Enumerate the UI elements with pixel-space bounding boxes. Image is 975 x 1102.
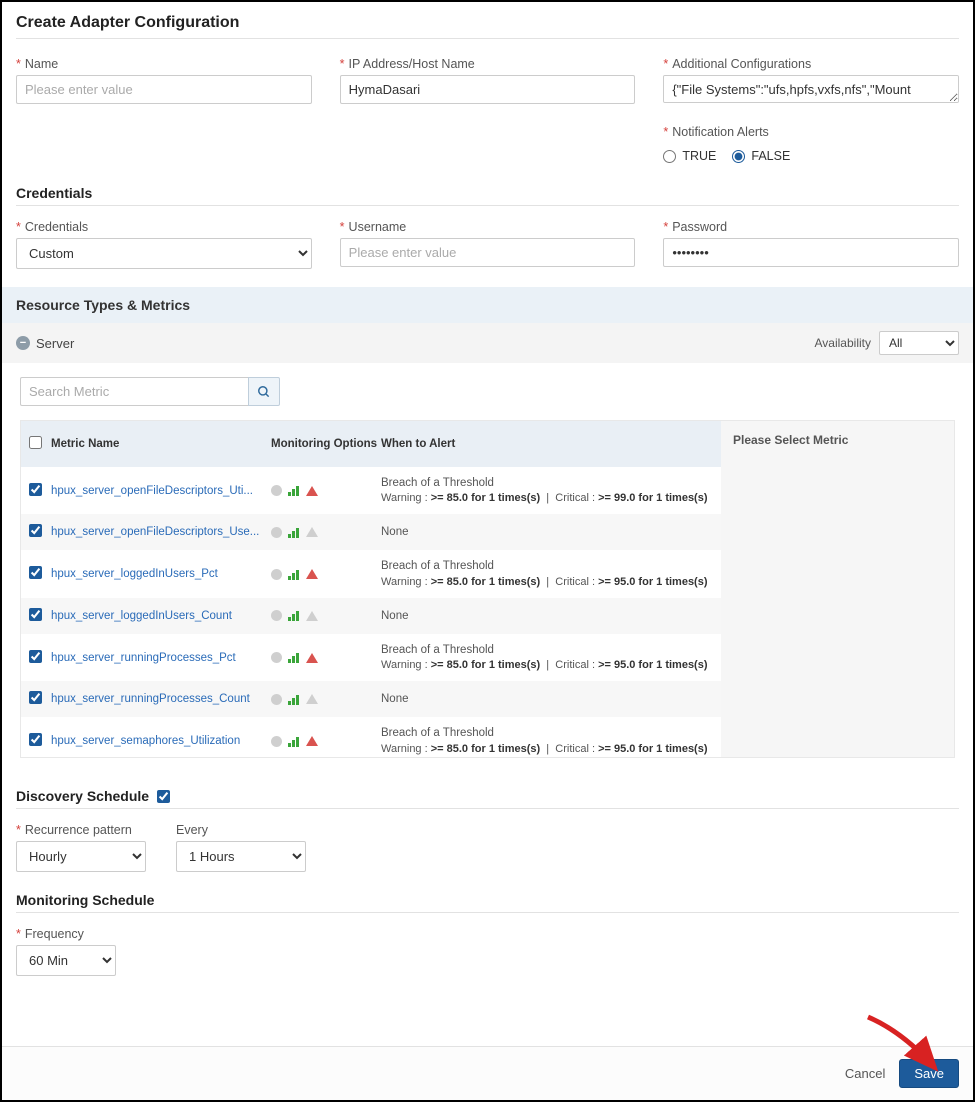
page-title: Create Adapter Configuration [16, 14, 959, 39]
alert-text: None [381, 691, 721, 707]
resource-panel-header: Resource Types & Metrics [2, 287, 973, 323]
recurrence-select[interactable]: Hourly [16, 841, 146, 872]
name-label: *Name [16, 57, 312, 71]
metric-name-link[interactable]: hpux_server_runningProcesses_Pct [51, 652, 271, 664]
graph-icon[interactable] [288, 527, 300, 538]
metric-name-link[interactable]: hpux_server_loggedInUsers_Count [51, 610, 271, 622]
row-checkbox[interactable] [29, 733, 42, 746]
alert-text: None [381, 524, 721, 540]
availability-label: Availability [815, 336, 871, 350]
table-row: hpux_server_loggedInUsers_Count None [21, 598, 721, 634]
status-icon[interactable] [271, 485, 282, 496]
row-checkbox[interactable] [29, 483, 42, 496]
every-label: Every [176, 823, 306, 837]
select-all-checkbox[interactable] [29, 436, 42, 449]
status-icon[interactable] [271, 569, 282, 580]
ip-input[interactable] [340, 75, 636, 104]
status-icon[interactable] [271, 736, 282, 747]
graph-icon[interactable] [288, 485, 300, 496]
search-icon [257, 385, 271, 399]
row-checkbox[interactable] [29, 691, 42, 704]
table-row: hpux_server_semaphores_Utilization Breach… [21, 717, 721, 757]
cred-label: *Credentials [16, 220, 312, 234]
table-row: hpux_server_loggedInUsers_Pct Breach of a… [21, 550, 721, 597]
pass-input[interactable] [663, 238, 959, 267]
status-icon[interactable] [271, 694, 282, 705]
status-icon[interactable] [271, 610, 282, 621]
row-checkbox[interactable] [29, 524, 42, 537]
alert-text: Breach of a ThresholdWarning : >= 85.0 f… [381, 558, 721, 589]
name-input[interactable] [16, 75, 312, 104]
metric-name-link[interactable]: hpux_server_runningProcesses_Count [51, 693, 271, 705]
credentials-section: Credentials [16, 185, 959, 206]
row-checkbox[interactable] [29, 608, 42, 621]
table-row: hpux_server_openFileDescriptors_Use... No… [21, 514, 721, 550]
cancel-button[interactable]: Cancel [845, 1066, 885, 1081]
table-row: hpux_server_runningProcesses_Count None [21, 681, 721, 717]
graph-icon[interactable] [288, 694, 300, 705]
frequency-select[interactable]: 60 Min [16, 945, 116, 976]
alert-icon[interactable] [306, 527, 318, 537]
status-icon[interactable] [271, 652, 282, 663]
every-select[interactable]: 1 Hours [176, 841, 306, 872]
alert-icon[interactable] [306, 653, 318, 663]
notif-true-radio[interactable] [663, 150, 676, 163]
search-metric-input[interactable] [20, 377, 248, 406]
graph-icon[interactable] [288, 736, 300, 747]
monitoring-title: Monitoring Schedule [16, 892, 959, 913]
col-when-to-alert: When to Alert [381, 438, 721, 450]
addl-label: *Additional Configurations [663, 57, 959, 71]
alert-text: None [381, 608, 721, 624]
alert-icon[interactable] [306, 569, 318, 579]
row-checkbox[interactable] [29, 650, 42, 663]
metric-name-link[interactable]: hpux_server_openFileDescriptors_Use... [51, 526, 271, 538]
alert-text: Breach of a ThresholdWarning : >= 85.0 f… [381, 725, 721, 756]
metric-name-link[interactable]: hpux_server_semaphores_Utilization [51, 735, 271, 747]
alert-icon[interactable] [306, 736, 318, 746]
metric-detail-panel: Please Select Metric [721, 421, 954, 757]
alert-icon[interactable] [306, 611, 318, 621]
col-metric-name: Metric Name [51, 438, 271, 450]
recurrence-label: *Recurrence pattern [16, 823, 146, 837]
discovery-title: Discovery Schedule [16, 788, 149, 804]
availability-select[interactable]: All [879, 331, 959, 355]
notif-false-label: FALSE [751, 149, 790, 163]
frequency-label: *Frequency [16, 927, 116, 941]
pass-label: *Password [663, 220, 959, 234]
row-checkbox[interactable] [29, 566, 42, 579]
ip-label: *IP Address/Host Name [340, 57, 636, 71]
table-row: hpux_server_openFileDescriptors_Uti... Br… [21, 467, 721, 514]
graph-icon[interactable] [288, 652, 300, 663]
table-row: hpux_server_runningProcesses_Pct Breach o… [21, 634, 721, 681]
cred-select[interactable]: Custom [16, 238, 312, 269]
user-label: *Username [340, 220, 636, 234]
alert-icon[interactable] [306, 486, 318, 496]
user-input[interactable] [340, 238, 636, 267]
graph-icon[interactable] [288, 569, 300, 580]
col-monitoring-options: Monitoring Options [271, 438, 381, 450]
alert-text: Breach of a ThresholdWarning : >= 85.0 f… [381, 642, 721, 673]
collapse-icon[interactable]: − [16, 336, 30, 350]
discovery-checkbox[interactable] [157, 790, 170, 803]
alert-icon[interactable] [306, 694, 318, 704]
graph-icon[interactable] [288, 610, 300, 621]
notif-false-radio[interactable] [732, 150, 745, 163]
notif-true-label: TRUE [682, 149, 716, 163]
status-icon[interactable] [271, 527, 282, 538]
save-button[interactable]: Save [899, 1059, 959, 1088]
alert-text: Breach of a ThresholdWarning : >= 85.0 f… [381, 475, 721, 506]
addl-input[interactable]: {"File Systems":"ufs,hpfs,vxfs,nfs","Mou… [663, 75, 959, 103]
metric-name-link[interactable]: hpux_server_loggedInUsers_Pct [51, 568, 271, 580]
metric-name-link[interactable]: hpux_server_openFileDescriptors_Uti... [51, 485, 271, 497]
notif-label: *Notification Alerts [663, 125, 959, 139]
search-button[interactable] [248, 377, 280, 406]
server-label: Server [36, 336, 74, 351]
